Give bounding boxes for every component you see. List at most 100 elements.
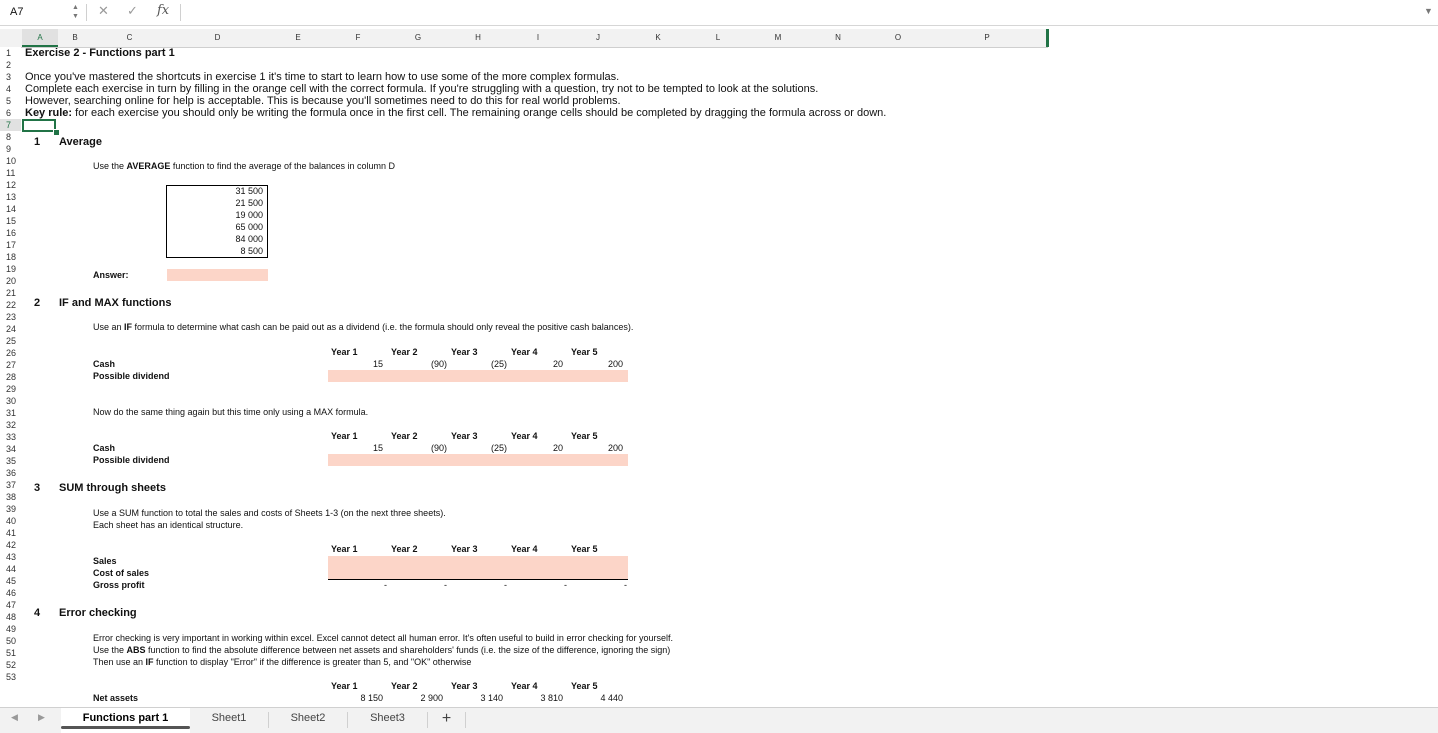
net-assets-value[interactable]: 3 140 [448,692,503,704]
cash-value[interactable]: (25) [448,358,507,370]
row-header[interactable]: 5 [0,95,21,107]
tab-scroll-right-icon[interactable]: ▶ [38,712,45,723]
column-header-e[interactable]: E [268,29,328,47]
column-header-f[interactable]: F [328,29,388,47]
balance-cell[interactable]: 21 500 [170,197,263,209]
net-assets-value[interactable]: 8 150 [328,692,383,704]
column-header-n[interactable]: N [808,29,868,47]
tab-functions-part-1[interactable]: Functions part 1 [61,708,190,733]
ex1-answer-input[interactable] [167,269,268,281]
balance-cell[interactable]: 19 000 [170,209,263,221]
row-header[interactable]: 24 [0,323,21,335]
row-header[interactable]: 49 [0,623,21,635]
column-header-c[interactable]: C [92,29,167,47]
row-header[interactable]: 32 [0,419,21,431]
gross-profit-value[interactable]: - [508,579,567,591]
column-header-a[interactable]: A [22,29,58,47]
cash-value[interactable]: 20 [508,358,563,370]
selected-cell[interactable] [22,119,56,132]
row-header[interactable]: 46 [0,587,21,599]
tab-scroll-left-icon[interactable]: ◀ [11,712,18,723]
row-header[interactable]: 42 [0,539,21,551]
row-header[interactable]: 2 [0,59,21,71]
row-header[interactable]: 21 [0,287,21,299]
balance-cell[interactable]: 31 500 [170,185,263,197]
column-header-d[interactable]: D [167,29,268,47]
cash-value[interactable]: 200 [568,442,623,454]
row-header[interactable]: 40 [0,515,21,527]
cash-value[interactable]: (90) [388,442,447,454]
add-sheet-button[interactable]: + [428,708,465,733]
row-header[interactable]: 36 [0,467,21,479]
row-header[interactable]: 8 [0,131,21,143]
net-assets-value[interactable]: 3 810 [508,692,563,704]
sales-cost-inputs[interactable] [328,556,628,579]
row-header[interactable]: 35 [0,455,21,467]
balance-cell[interactable]: 84 000 [170,233,263,245]
cash-value[interactable]: 20 [508,442,563,454]
row-header[interactable]: 44 [0,563,21,575]
column-header-p[interactable]: P [928,29,1046,47]
gross-profit-value[interactable]: - [388,579,447,591]
dividend-if-inputs[interactable] [328,370,628,382]
row-header[interactable]: 52 [0,659,21,671]
column-header-k[interactable]: K [628,29,688,47]
row-header[interactable]: 6 [0,107,21,119]
row-header[interactable]: 38 [0,491,21,503]
row-header[interactable]: 48 [0,611,21,623]
fill-handle[interactable] [53,129,60,136]
row-header[interactable]: 15 [0,215,21,227]
row-header[interactable]: 18 [0,251,21,263]
column-header-o[interactable]: O [868,29,928,47]
row-header[interactable]: 29 [0,383,21,395]
row-header[interactable]: 37 [0,479,21,491]
row-header[interactable]: 14 [0,203,21,215]
row-header[interactable]: 4 [0,83,21,95]
balance-cell[interactable]: 8 500 [170,245,263,257]
row-header[interactable]: 31 [0,407,21,419]
row-header[interactable]: 20 [0,275,21,287]
row-header[interactable]: 22 [0,299,21,311]
row-header[interactable]: 53 [0,671,21,683]
column-header-l[interactable]: L [688,29,748,47]
cash-value[interactable]: 200 [568,358,623,370]
row-header[interactable]: 39 [0,503,21,515]
name-box-stepper-icon[interactable]: ▲ ▼ [72,3,80,21]
row-header[interactable]: 28 [0,371,21,383]
confirm-icon[interactable]: ✓ [127,3,138,19]
row-header[interactable]: 33 [0,431,21,443]
row-header[interactable]: 23 [0,311,21,323]
row-header[interactable]: 45 [0,575,21,587]
row-header[interactable]: 7 [0,119,21,131]
cash-value[interactable]: 15 [328,358,383,370]
row-header[interactable]: 11 [0,167,21,179]
gross-profit-value[interactable]: - [448,579,507,591]
row-header[interactable]: 16 [0,227,21,239]
fx-icon[interactable]: fx [157,3,169,18]
net-assets-value[interactable]: 4 440 [568,692,623,704]
gross-profit-value[interactable]: - [328,579,387,591]
row-header[interactable]: 26 [0,347,21,359]
row-header[interactable]: 1 [0,47,21,59]
row-header[interactable]: 34 [0,443,21,455]
row-header[interactable]: 13 [0,191,21,203]
cash-value[interactable]: 15 [328,442,383,454]
row-header[interactable]: 27 [0,359,21,371]
row-header[interactable]: 10 [0,155,21,167]
cancel-icon[interactable]: ✕ [98,3,109,19]
dividend-max-inputs[interactable] [328,454,628,466]
expand-formula-icon[interactable]: ▼ [1424,6,1433,16]
row-header[interactable]: 25 [0,335,21,347]
balance-cell[interactable]: 65 000 [170,221,263,233]
row-header[interactable]: 41 [0,527,21,539]
row-header[interactable]: 47 [0,599,21,611]
column-header-m[interactable]: M [748,29,808,47]
gross-profit-value[interactable]: - [568,579,627,591]
row-header[interactable]: 51 [0,647,21,659]
row-header[interactable]: 17 [0,239,21,251]
column-header-b[interactable]: B [58,29,92,47]
column-header-j[interactable]: J [568,29,628,47]
column-header-i[interactable]: I [508,29,568,47]
column-header-h[interactable]: H [448,29,508,47]
row-header[interactable]: 19 [0,263,21,275]
